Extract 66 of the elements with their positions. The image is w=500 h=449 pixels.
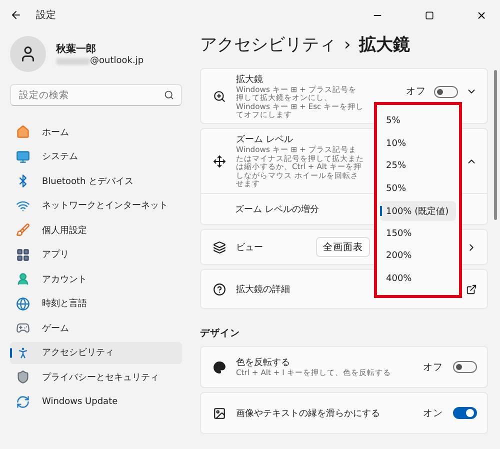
toggle-state: オフ <box>423 360 443 374</box>
breadcrumb-parent[interactable]: アクセシビリティ <box>200 33 336 56</box>
nav-item[interactable]: システム <box>10 146 182 168</box>
person-icon <box>16 272 30 286</box>
setting-title: 画像やテキストの縁を滑らかにする <box>236 408 381 420</box>
nav-item[interactable]: アクセシビリティ <box>10 342 182 364</box>
accessibility-icon <box>16 346 30 360</box>
shield-icon <box>16 370 30 384</box>
home-icon <box>16 125 30 139</box>
scrollbar[interactable] <box>494 70 497 220</box>
search-icon <box>164 90 174 100</box>
section-heading: デザイン <box>200 327 241 340</box>
dropdown-option[interactable]: 400% <box>380 268 456 288</box>
update-icon <box>16 394 30 408</box>
external-link-icon[interactable] <box>466 284 477 294</box>
toggle-state: オン <box>423 406 443 420</box>
magnifier-icon <box>213 90 226 102</box>
nav-item[interactable]: ホーム <box>10 121 182 143</box>
window-title: 設定 <box>36 8 57 22</box>
breadcrumb-separator: › <box>344 34 351 54</box>
dropdown-option[interactable]: 100% (既定値) <box>380 201 456 221</box>
close-icon[interactable] <box>476 10 486 20</box>
move-icon <box>213 154 226 168</box>
setting-title: 拡大鏡 <box>236 74 264 86</box>
setting-label: ズーム レベルの増分 <box>235 203 319 216</box>
gamepad-icon <box>16 321 30 335</box>
toggle-switch[interactable] <box>453 407 477 419</box>
setting-title: ビュー <box>236 242 264 254</box>
apps-icon <box>16 248 30 262</box>
dropdown-option[interactable]: 200% <box>380 246 456 266</box>
page-title: 拡大鏡 <box>358 34 410 56</box>
nav-item[interactable]: ネットワークとインターネット <box>10 194 182 216</box>
image-icon <box>213 406 226 420</box>
view-dropdown[interactable]: 全画面表 <box>316 237 370 257</box>
layers-icon <box>213 240 226 254</box>
setting-title: ズーム レベル <box>236 134 294 146</box>
dropdown-option[interactable]: 25% <box>380 156 456 176</box>
dropdown-option[interactable]: 5% <box>380 111 456 131</box>
setting-title: 色を反転する <box>236 356 291 369</box>
nav-item[interactable]: 時刻と言語 <box>10 292 182 314</box>
nav-item[interactable]: アカウント <box>10 268 182 290</box>
nav-item[interactable]: プライバシーとセキュリティ <box>10 366 182 388</box>
blurred-text <box>56 58 90 64</box>
dropdown-option[interactable]: 150% <box>380 224 456 244</box>
monitor-icon <box>16 150 30 164</box>
wifi-icon <box>16 198 30 212</box>
back-icon[interactable] <box>10 9 22 21</box>
maximize-icon[interactable] <box>424 10 434 20</box>
search-field[interactable]: 設定の検索 <box>10 84 182 106</box>
nav-item[interactable]: 個人用設定 <box>10 219 182 241</box>
nav-item[interactable]: アプリ <box>10 244 182 266</box>
toggle-switch[interactable] <box>434 86 458 98</box>
user-email: @outlook.jp <box>90 56 144 66</box>
avatar <box>10 36 46 72</box>
user-name: 秋葉一郎 <box>56 42 97 56</box>
palette-icon <box>213 360 226 374</box>
brush-icon <box>16 223 30 237</box>
nav-item[interactable]: ゲーム <box>10 317 182 339</box>
globe-icon <box>16 296 30 310</box>
dropdown-option[interactable]: 50% <box>380 178 456 198</box>
dropdown-option[interactable]: 10% <box>380 134 456 154</box>
nav-item[interactable]: Bluetooth とデバイス <box>10 170 182 192</box>
toggle-state: オフ <box>406 85 426 98</box>
toggle-switch[interactable] <box>453 361 477 373</box>
help-icon <box>213 282 226 296</box>
nav-item[interactable]: Windows Update <box>10 390 182 412</box>
